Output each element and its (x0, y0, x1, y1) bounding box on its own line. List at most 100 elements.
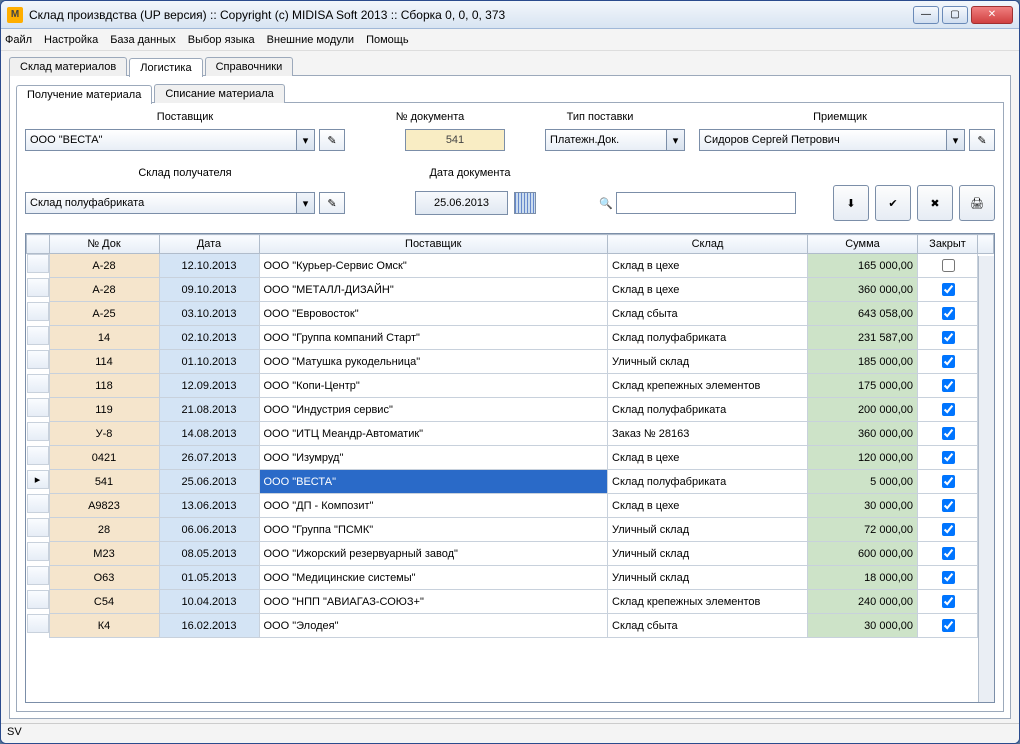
table-row[interactable]: A-2503.10.2013ООО "Евровосток"Склад сбыт… (27, 302, 994, 326)
cell-sum[interactable]: 30 000,00 (808, 494, 918, 518)
cell-closed[interactable] (918, 470, 978, 494)
titlebar[interactable]: M Склад произвдства (UP версия) :: Copyr… (1, 1, 1019, 29)
row-header[interactable] (27, 566, 49, 585)
closed-checkbox[interactable] (942, 547, 955, 560)
table-row[interactable]: К416.02.2013ООО "Элодея"Склад сбыта30 00… (27, 614, 994, 638)
cell-closed[interactable] (918, 446, 978, 470)
menu-external[interactable]: Внешние модули (267, 34, 354, 46)
cell-docno[interactable]: A9823 (49, 494, 159, 518)
cell-docno[interactable]: У-8 (49, 422, 159, 446)
cell-closed[interactable] (918, 278, 978, 302)
cell-closed[interactable] (918, 542, 978, 566)
row-header[interactable] (27, 590, 49, 609)
cell-closed[interactable] (918, 398, 978, 422)
cell-sum[interactable]: 360 000,00 (808, 278, 918, 302)
cell-closed[interactable] (918, 566, 978, 590)
closed-checkbox[interactable] (942, 475, 955, 488)
cell-supplier[interactable]: ООО "Копи-Центр" (259, 374, 608, 398)
cell-date[interactable]: 08.05.2013 (159, 542, 259, 566)
cell-closed[interactable] (918, 422, 978, 446)
delivery-type-combo[interactable]: Платежн.Док. ▾ (545, 129, 685, 151)
table-row[interactable]: C5410.04.2013ООО "НПП "АВИАГАЗ-СОЮЗ+"Скл… (27, 590, 994, 614)
cell-closed[interactable] (918, 254, 978, 278)
closed-checkbox[interactable] (942, 403, 955, 416)
closed-checkbox[interactable] (942, 523, 955, 536)
cell-docno[interactable]: 119 (49, 398, 159, 422)
import-button[interactable]: ⬇ (833, 185, 869, 221)
cell-docno[interactable]: К4 (49, 614, 159, 638)
menu-file[interactable]: Файл (5, 34, 32, 46)
cell-closed[interactable] (918, 590, 978, 614)
table-row[interactable]: 11812.09.2013ООО "Копи-Центр"Склад крепе… (27, 374, 994, 398)
cell-supplier[interactable]: ООО "Изумруд" (259, 446, 608, 470)
col-rowhead[interactable] (27, 235, 50, 254)
row-header[interactable] (27, 494, 49, 513)
cell-date[interactable]: 03.10.2013 (159, 302, 259, 326)
cell-supplier[interactable]: ООО "Евровосток" (259, 302, 608, 326)
table-row[interactable]: ▸54125.06.2013ООО "ВЕСТА"Склад полуфабри… (27, 470, 994, 494)
table-row[interactable]: 11921.08.2013ООО "Индустрия сервис"Склад… (27, 398, 994, 422)
cell-docno[interactable]: 541 (49, 470, 159, 494)
check-all-button[interactable]: ✔ (875, 185, 911, 221)
row-header[interactable] (27, 302, 49, 321)
subtab-receive[interactable]: Получение материала (16, 85, 152, 104)
cell-sum[interactable]: 18 000,00 (808, 566, 918, 590)
cell-supplier[interactable]: ООО "НПП "АВИАГАЗ-СОЮЗ+" (259, 590, 608, 614)
cell-closed[interactable] (918, 518, 978, 542)
dest-wh-combo[interactable]: Склад полуфабриката ▾ (25, 192, 315, 214)
docno-input[interactable]: 541 (405, 129, 505, 151)
table-row[interactable]: A-2812.10.2013ООО "Курьер-Сервис Омск"Ск… (27, 254, 994, 278)
closed-checkbox[interactable] (942, 259, 955, 272)
tab-logistics[interactable]: Логистика (129, 58, 202, 77)
row-header[interactable] (27, 374, 49, 393)
menu-database[interactable]: База данных (110, 34, 176, 46)
cell-docno[interactable]: C54 (49, 590, 159, 614)
cell-docno[interactable]: A-25 (49, 302, 159, 326)
cell-date[interactable]: 21.08.2013 (159, 398, 259, 422)
col-date[interactable]: Дата (159, 235, 259, 254)
cell-closed[interactable] (918, 374, 978, 398)
cell-date[interactable]: 01.05.2013 (159, 566, 259, 590)
cell-warehouse[interactable]: Склад в цехе (608, 446, 808, 470)
cell-warehouse[interactable]: Склад в цехе (608, 254, 808, 278)
cell-sum[interactable]: 185 000,00 (808, 350, 918, 374)
maximize-button[interactable]: ▢ (942, 6, 968, 24)
cell-date[interactable]: 01.10.2013 (159, 350, 259, 374)
cell-docno[interactable]: 114 (49, 350, 159, 374)
table-row[interactable]: M2308.05.2013ООО "Ижорский резервуарный … (27, 542, 994, 566)
cell-closed[interactable] (918, 326, 978, 350)
subtab-writeoff[interactable]: Списание материала (154, 84, 284, 103)
cell-docno[interactable]: 0421 (49, 446, 159, 470)
receiver-edit-button[interactable]: ✎ (969, 129, 995, 151)
calendar-icon[interactable] (514, 192, 536, 214)
menu-language[interactable]: Выбор языка (188, 34, 255, 46)
table-row[interactable]: A-2809.10.2013ООО "МЕТАЛЛ-ДИЗАЙН"Склад в… (27, 278, 994, 302)
table-row[interactable]: A982313.06.2013ООО "ДП - Композит"Склад … (27, 494, 994, 518)
table-row[interactable]: 11401.10.2013ООО "Матушка рукодельница"У… (27, 350, 994, 374)
cell-supplier[interactable]: ООО "МЕТАЛЛ-ДИЗАЙН" (259, 278, 608, 302)
cell-date[interactable]: 26.07.2013 (159, 446, 259, 470)
search-input[interactable] (616, 192, 796, 214)
table-row[interactable]: 1402.10.2013ООО "Группа компаний Старт"С… (27, 326, 994, 350)
table-row[interactable]: 042126.07.2013ООО "Изумруд"Склад в цехе1… (27, 446, 994, 470)
tab-materials[interactable]: Склад материалов (9, 57, 127, 76)
cell-date[interactable]: 06.06.2013 (159, 518, 259, 542)
cell-docno[interactable]: 28 (49, 518, 159, 542)
cell-warehouse[interactable]: Склад крепежных элементов (608, 590, 808, 614)
tab-reference[interactable]: Справочники (205, 57, 294, 76)
col-sum[interactable]: Сумма (808, 235, 918, 254)
cell-date[interactable]: 12.09.2013 (159, 374, 259, 398)
cell-date[interactable]: 10.04.2013 (159, 590, 259, 614)
cell-closed[interactable] (918, 494, 978, 518)
menu-help[interactable]: Помощь (366, 34, 409, 46)
cell-warehouse[interactable]: Уличный склад (608, 350, 808, 374)
cell-sum[interactable]: 5 000,00 (808, 470, 918, 494)
row-header[interactable] (27, 326, 49, 345)
cell-warehouse[interactable]: Склад сбыта (608, 614, 808, 638)
closed-checkbox[interactable] (942, 355, 955, 368)
closed-checkbox[interactable] (942, 283, 955, 296)
closed-checkbox[interactable] (942, 619, 955, 632)
col-supplier[interactable]: Поставщик (259, 235, 608, 254)
cell-sum[interactable]: 360 000,00 (808, 422, 918, 446)
cell-date[interactable]: 02.10.2013 (159, 326, 259, 350)
